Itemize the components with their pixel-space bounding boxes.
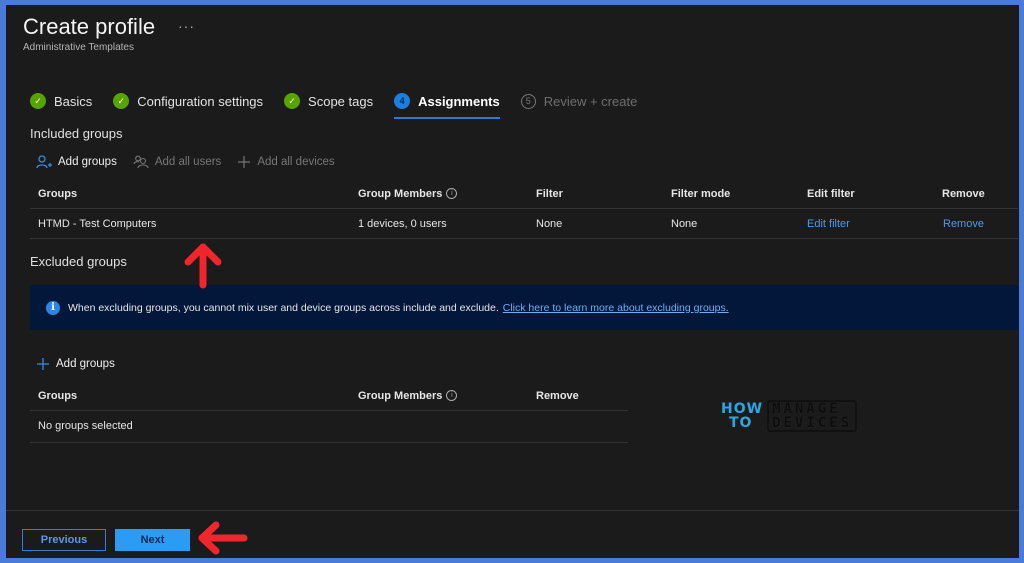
- column-header-edit-filter: Edit filter: [807, 187, 855, 200]
- step-number-icon: 4: [394, 93, 411, 109]
- footer-divider: [6, 510, 1019, 511]
- more-options-button[interactable]: ···: [178, 18, 195, 34]
- column-header-groups: Groups: [38, 389, 78, 402]
- logo-manage-devices: MANAGE DEVICES: [767, 400, 858, 432]
- column-header-remove: Remove: [942, 187, 985, 200]
- included-groups-table: Groups Group Members i Filter Filter mode…: [30, 179, 1018, 239]
- add-user-icon: [36, 155, 52, 169]
- column-header-group-members: Group Members i: [358, 179, 458, 208]
- excluded-groups-heading: Excluded groups: [30, 254, 127, 269]
- check-icon: ✓: [113, 93, 130, 109]
- annotation-arrow-up-icon: [184, 243, 222, 289]
- column-header-remove: Remove: [536, 389, 579, 402]
- column-header-groups: Groups: [38, 187, 78, 200]
- users-icon: [133, 155, 149, 169]
- next-button[interactable]: Next: [115, 529, 190, 551]
- group-name: HTMD - Test Computers: [38, 217, 157, 230]
- watermark-logo: HOW TO MANAGE DEVICES: [721, 400, 858, 432]
- column-header-label: Group Members: [358, 389, 443, 402]
- step-label: Review + create: [543, 93, 638, 109]
- info-banner: i When excluding groups, you cannot mix …: [30, 285, 1018, 330]
- step-label: Basics: [54, 93, 93, 109]
- column-header-filter-mode: Filter mode: [671, 187, 731, 200]
- step-label: Assignments: [418, 93, 500, 109]
- table-header-row: Groups Group Members i Filter Filter mode…: [30, 179, 1018, 209]
- info-icon[interactable]: i: [446, 188, 458, 199]
- page-subtitle: Administrative Templates: [23, 42, 134, 53]
- empty-state-text: No groups selected: [38, 419, 133, 432]
- annotation-arrow-left-icon: [198, 521, 248, 555]
- page-title: Create profile: [23, 14, 156, 39]
- add-excluded-groups-button[interactable]: Add groups: [36, 357, 115, 371]
- logo-text: TO: [729, 415, 753, 431]
- info-text: When excluding groups, you cannot mix us…: [68, 301, 499, 314]
- table-row: No groups selected: [30, 411, 628, 443]
- wizard-steps: ✓ Basics ✓ Configuration settings ✓ Scop…: [30, 89, 658, 119]
- add-groups-button[interactable]: Add groups: [36, 155, 117, 169]
- step-assignments[interactable]: 4 Assignments: [394, 89, 500, 119]
- logo-how-to: HOW TO: [721, 402, 763, 430]
- step-basics[interactable]: ✓ Basics: [30, 89, 92, 113]
- check-icon: ✓: [30, 93, 46, 109]
- table-header-row: Groups Group Members i Remove: [30, 381, 628, 411]
- info-icon[interactable]: i: [446, 390, 458, 401]
- step-scope-tags[interactable]: ✓ Scope tags: [284, 89, 373, 113]
- logo-text: DEVICES: [772, 415, 853, 431]
- excluded-groups-table: Groups Group Members i Remove No groups s…: [30, 381, 628, 443]
- included-groups-heading: Included groups: [30, 126, 123, 141]
- included-command-bar: Add groups Add all users Add all devices: [36, 155, 351, 169]
- learn-more-link[interactable]: Click here to learn more about excluding…: [503, 302, 729, 314]
- info-icon: i: [46, 300, 60, 315]
- edit-filter-link[interactable]: Edit filter: [807, 209, 850, 238]
- group-members: 1 devices, 0 users: [358, 217, 447, 230]
- logo-text: MANAGE: [772, 401, 841, 417]
- plus-icon: [238, 156, 251, 168]
- step-review-create[interactable]: 5 Review + create: [520, 89, 638, 113]
- add-all-users-label: Add all users: [154, 156, 222, 168]
- plus-icon: [37, 358, 49, 370]
- create-profile-blade: Create profile ··· Administrative Templa…: [6, 5, 1019, 558]
- column-header-label: Group Members: [358, 187, 443, 200]
- column-header-group-members: Group Members i: [358, 381, 458, 410]
- step-label: Configuration settings: [137, 93, 264, 109]
- add-all-devices-label: Add all devices: [257, 156, 335, 168]
- table-row: HTMD - Test Computers 1 devices, 0 users…: [30, 209, 1018, 239]
- previous-button[interactable]: Previous: [22, 529, 106, 551]
- step-number-icon: 5: [520, 93, 536, 109]
- add-groups-label: Add groups: [56, 358, 115, 370]
- add-all-users-button[interactable]: Add all users: [133, 155, 221, 169]
- filter-mode-value: None: [671, 217, 698, 230]
- step-label: Scope tags: [308, 93, 374, 109]
- add-groups-label: Add groups: [58, 156, 117, 168]
- check-icon: ✓: [284, 93, 301, 109]
- logo-text: HOW: [721, 401, 764, 417]
- add-all-devices-button[interactable]: Add all devices: [237, 155, 335, 169]
- step-configuration-settings[interactable]: ✓ Configuration settings: [113, 89, 263, 113]
- remove-link[interactable]: Remove: [943, 209, 984, 238]
- column-header-filter: Filter: [536, 187, 563, 200]
- filter-value: None: [536, 217, 563, 230]
- excluded-command-bar: Add groups: [36, 357, 131, 371]
